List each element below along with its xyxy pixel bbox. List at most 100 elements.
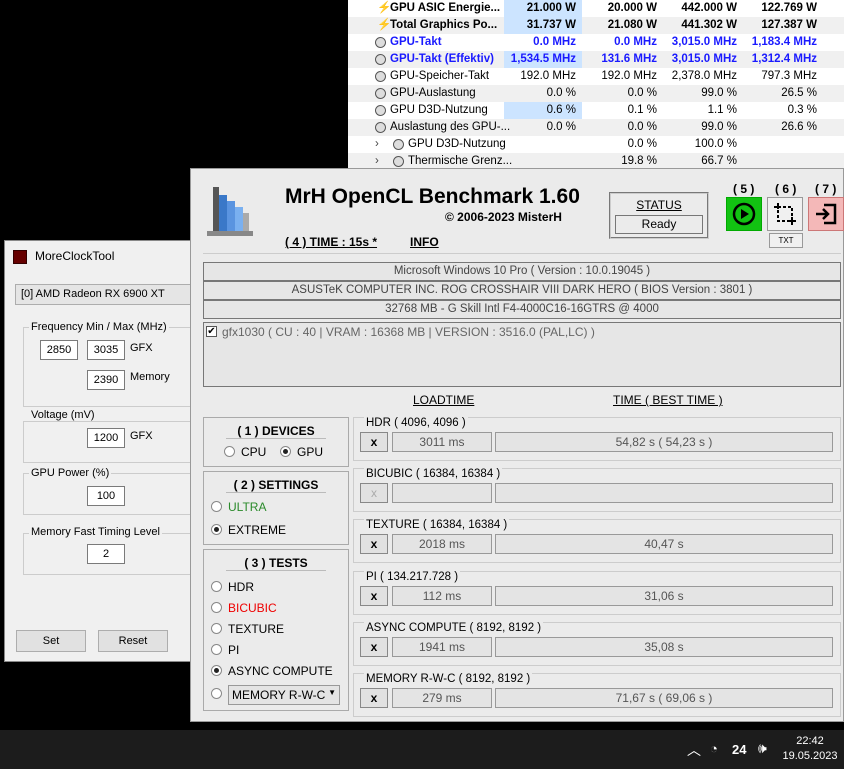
time-header[interactable]: TIME ( BEST TIME ) (613, 393, 723, 407)
test-result-row: PI ( 134.217.728 ) x 112 ms 31,06 s (353, 570, 841, 615)
sensor-value: 21.080 W (607, 19, 657, 31)
device-select[interactable]: [0] AMD Radeon RX 6900 XT (15, 284, 205, 305)
device-checkbox[interactable]: ✔ (206, 326, 217, 337)
test-radio-async-compute[interactable]: ASYNC COMPUTE (211, 664, 333, 678)
freq-min-input[interactable]: 2850 (40, 340, 78, 360)
time: 22:42 (796, 735, 824, 747)
battery-indicator[interactable]: 24 (732, 742, 746, 757)
clock-icon (375, 88, 386, 99)
radio-icon (211, 501, 222, 512)
sensor-row[interactable]: › GPU D3D-Nutzung 0.0 % 100.0 % (348, 136, 844, 153)
test-result-row: ASYNC COMPUTE ( 8192, 8192 ) x 1941 ms 3… (353, 621, 841, 666)
sensor-name: GPU-Speicher-Takt (390, 70, 490, 82)
board-info: ASUSTeK COMPUTER INC. ROG CROSSHAIR VIII… (203, 281, 841, 300)
voltage-label: Voltage (mV) (29, 409, 97, 421)
wifi-icon[interactable]: ◔ (710, 741, 718, 756)
status-value: Ready (615, 215, 703, 234)
settings-panel: ( 2 ) SETTINGS ULTRA EXTREME (203, 471, 349, 545)
ultra-radio[interactable]: ULTRA (211, 500, 266, 514)
clear-result-button[interactable]: x (360, 483, 388, 504)
device-list: ✔ gfx1030 ( CU : 40 | VRAM : 16368 MB | … (203, 322, 841, 387)
sensor-row[interactable]: GPU-Takt (Effektiv) 1,534.5 MHz 131.6 MHz 3… (348, 51, 844, 68)
sensor-value: 1,312.4 MHz (751, 53, 817, 65)
sensor-value: 0.0 % (627, 87, 657, 99)
voltage-input[interactable]: 1200 (87, 428, 125, 448)
sensor-value: 441.302 W (681, 19, 737, 31)
test-label: TEXTURE (228, 622, 285, 636)
clear-result-button[interactable]: x (360, 636, 388, 657)
sensor-row[interactable]: GPU-Auslastung 0.0 % 0.0 % 99.0 % 26.5 % (348, 85, 844, 102)
sensor-row[interactable]: ⚡ Total Graphics Po... 31.737 W 21.080 W 441… (348, 17, 844, 34)
sensor-name: Total Graphics Po... (390, 19, 498, 31)
clock-icon (393, 139, 404, 150)
sensor-row[interactable]: GPU D3D-Nutzung 0.6 % 0.1 % 1.1 % 0.3 % (348, 102, 844, 119)
clock-icon (375, 122, 386, 133)
clear-result-button[interactable]: x (360, 585, 388, 606)
radio-icon (211, 644, 222, 655)
os-info: Microsoft Windows 10 Pro ( Version : 10.… (203, 262, 841, 281)
sensor-row[interactable]: ⚡ GPU ASIC Energie... 21.000 W 20.000 W 442.… (348, 0, 844, 17)
sensor-row[interactable]: GPU-Takt 0.0 MHz 0.0 MHz 3,015.0 MHz 1,183.4… (348, 34, 844, 51)
sensor-value: 3,015.0 MHz (671, 53, 737, 65)
status-box: STATUS Ready (609, 192, 709, 239)
clock[interactable]: 22:42 19.05.2023 (780, 735, 840, 762)
radio-selected-icon (211, 524, 222, 535)
test-radio-pi[interactable]: PI (211, 643, 239, 657)
sensor-name: GPU-Takt (Effektiv) (390, 53, 494, 65)
volume-icon[interactable]: 🕪 (758, 740, 767, 757)
time-setting-link[interactable]: ( 4 ) TIME : 15s * (285, 235, 377, 249)
radio-icon (211, 688, 222, 700)
set-button[interactable]: Set (16, 630, 86, 652)
cpu-label: CPU (241, 445, 267, 459)
radio-icon (211, 602, 222, 613)
memory-mode-select[interactable]: MEMORY R-W-C ▼ (228, 685, 340, 705)
clock-icon (375, 71, 386, 82)
taskbar: ︿ ◔ 24 🕪 22:42 19.05.2023 (0, 730, 844, 769)
power-label: GPU Power (%) (29, 467, 112, 479)
txt-button[interactable]: TXT (769, 233, 803, 248)
sensor-name: GPU-Auslastung (390, 87, 476, 99)
ultra-label: ULTRA (228, 500, 267, 514)
test-title: PI ( 134.217.728 ) (364, 570, 461, 583)
power-input[interactable]: 100 (87, 486, 125, 506)
sensor-name: GPU D3D-Nutzung (408, 138, 506, 150)
gfx-label: GFX (130, 342, 153, 354)
gfx-voltage-label: GFX (130, 430, 153, 442)
run-button[interactable] (726, 197, 762, 231)
sensor-value: 192.0 MHz (601, 70, 657, 82)
test-radio-hdr[interactable]: HDR (211, 580, 254, 594)
clear-result-button[interactable]: x (360, 432, 388, 452)
mft-input[interactable]: 2 (87, 544, 125, 564)
cpu-radio[interactable]: CPU (224, 445, 266, 459)
extreme-radio[interactable]: EXTREME (211, 523, 286, 537)
date: 19.05.2023 (782, 750, 838, 762)
settings-title: ( 2 ) SETTINGS (226, 478, 326, 493)
chevron-up-icon[interactable]: ︿ (687, 740, 701, 760)
sensor-value: 122.769 W (761, 2, 817, 14)
mft-label: Memory Fast Timing Level (29, 526, 162, 538)
test-radio-texture[interactable]: TEXTURE (211, 622, 284, 636)
test-label: HDR (228, 580, 254, 594)
test-radio-memory-r-w-c[interactable]: MEMORY R-W-C ▼ (211, 685, 340, 705)
freq-max-input[interactable]: 3035 (87, 340, 125, 360)
sensor-row[interactable]: GPU-Speicher-Takt 192.0 MHz 192.0 MHz 2,378… (348, 68, 844, 85)
test-radio-bicubic[interactable]: BICUBIC (211, 601, 277, 615)
sensor-value: 26.5 % (781, 87, 817, 99)
sensor-value: 0.0 % (627, 121, 657, 133)
reset-button[interactable]: Reset (98, 630, 168, 652)
clear-result-button[interactable]: x (360, 534, 388, 555)
ram-info: 32768 MB - G Skill Intl F4-4000C16-16GTR… (203, 300, 841, 319)
loadtime-header[interactable]: LOADTIME (413, 393, 474, 407)
sensor-value: 0.0 % (546, 121, 576, 133)
memory-input[interactable]: 2390 (87, 370, 125, 390)
exit-button[interactable] (808, 197, 844, 231)
clock-icon (375, 54, 386, 65)
info-link[interactable]: INFO (410, 235, 439, 249)
sensor-row[interactable]: Auslastung des GPU-... 0.0 % 0.0 % 99.0 % 26… (348, 119, 844, 136)
gpu-radio[interactable]: GPU (280, 445, 323, 459)
expand-chevron-icon[interactable]: › (375, 136, 379, 153)
radio-selected-icon (280, 446, 291, 457)
screenshot-button[interactable] (767, 197, 803, 231)
sensor-value: 0.0 MHz (614, 36, 657, 48)
clear-result-button[interactable]: x (360, 688, 388, 708)
